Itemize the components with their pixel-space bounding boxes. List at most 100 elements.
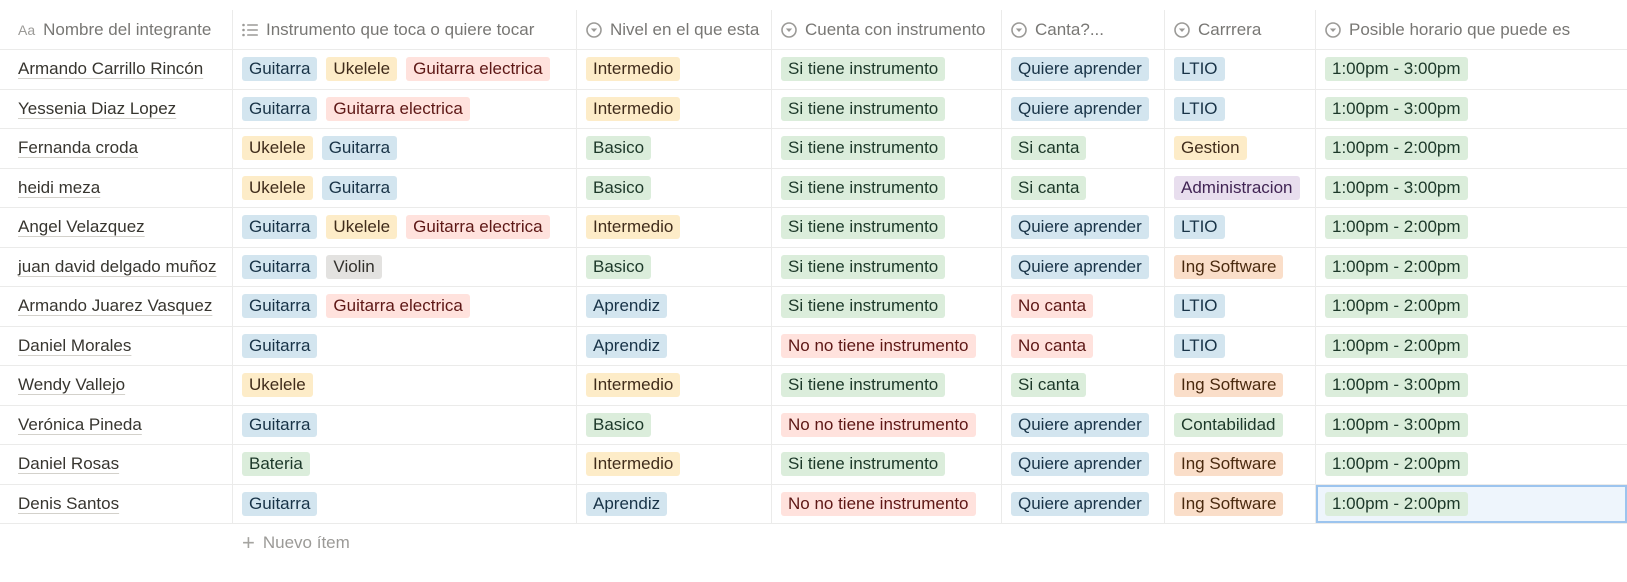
cell-horario[interactable]: 1:00pm - 2:00pm xyxy=(1316,445,1627,484)
cell-instrumento[interactable]: Guitarra xyxy=(233,326,577,365)
cell-nivel[interactable]: Intermedio xyxy=(577,208,772,247)
cell-cuenta[interactable]: Si tiene instrumento xyxy=(772,129,1002,168)
cell-carrera[interactable]: LTIO xyxy=(1165,89,1316,128)
cell-nombre[interactable]: Armando Juarez Vasquez xyxy=(0,287,233,326)
cell-horario[interactable]: 1:00pm - 2:00pm xyxy=(1316,248,1627,287)
cell-carrera[interactable]: Ing Software xyxy=(1165,484,1316,523)
cell-nombre[interactable]: Armando Carrillo Rincón xyxy=(0,50,233,89)
cell-cuenta[interactable]: Si tiene instrumento xyxy=(772,50,1002,89)
cell-horario[interactable]: 1:00pm - 3:00pm xyxy=(1316,90,1627,129)
cell-canta[interactable]: Quiere aprender xyxy=(1002,208,1165,247)
cell-nivel[interactable]: Intermedio xyxy=(577,366,772,405)
table-row[interactable]: Fernanda croda Ukelele Guitarra Basico Si ti… xyxy=(0,129,1627,169)
cell-horario[interactable]: 1:00pm - 2:00pm xyxy=(1316,327,1627,366)
cell-carrera[interactable]: LTIO xyxy=(1165,326,1316,365)
cell-instrumento[interactable]: Guitarra Guitarra electrica xyxy=(233,287,577,326)
row-name[interactable]: Angel Velazquez xyxy=(18,217,145,237)
row-name[interactable]: Daniel Rosas xyxy=(18,454,119,474)
table-row[interactable]: Denis Santos Guitarra Aprendiz No no tiene … xyxy=(0,484,1627,524)
row-name[interactable]: Armando Juarez Vasquez xyxy=(18,296,212,316)
cell-nombre[interactable]: Wendy Vallejo xyxy=(0,366,233,405)
cell-canta[interactable]: Quiere aprender xyxy=(1002,247,1165,286)
cell-instrumento[interactable]: Guitarra xyxy=(233,405,577,444)
column-header-horario[interactable]: Posible horario que puede es xyxy=(1316,10,1627,49)
row-name[interactable]: Wendy Vallejo xyxy=(18,375,125,395)
cell-cuenta[interactable]: Si tiene instrumento xyxy=(772,445,1002,484)
cell-canta[interactable]: Quiere aprender xyxy=(1002,445,1165,484)
cell-instrumento[interactable]: Guitarra Ukelele Guitarra electrica xyxy=(233,208,577,247)
cell-carrera[interactable]: Administracion xyxy=(1165,168,1316,207)
cell-canta[interactable]: No canta xyxy=(1002,326,1165,365)
cell-nombre[interactable]: Angel Velazquez xyxy=(0,208,233,247)
cell-cuenta[interactable]: Si tiene instrumento xyxy=(772,208,1002,247)
cell-horario[interactable]: 1:00pm - 3:00pm xyxy=(1316,50,1627,89)
cell-instrumento[interactable]: Guitarra Ukelele Guitarra electrica xyxy=(233,50,577,89)
cell-carrera[interactable]: LTIO xyxy=(1165,287,1316,326)
cell-canta[interactable]: Quiere aprender xyxy=(1002,484,1165,523)
row-name[interactable]: Daniel Morales xyxy=(18,336,131,356)
cell-instrumento[interactable]: Guitarra Violin xyxy=(233,247,577,286)
cell-nivel[interactable]: Basico xyxy=(577,129,772,168)
column-header-canta[interactable]: Canta?... xyxy=(1002,10,1165,49)
cell-nivel[interactable]: Basico xyxy=(577,405,772,444)
cell-cuenta[interactable]: No no tiene instrumento xyxy=(772,405,1002,444)
cell-nombre[interactable]: Daniel Rosas xyxy=(0,445,233,484)
table-row[interactable]: heidi meza Ukelele Guitarra Basico Si tiene … xyxy=(0,168,1627,208)
table-row[interactable]: Wendy Vallejo Ukelele Intermedio Si tiene i… xyxy=(0,366,1627,406)
cell-nombre[interactable]: Verónica Pineda xyxy=(0,405,233,444)
table-row[interactable]: juan david delgado muñoz Guitarra Violin Ba… xyxy=(0,247,1627,287)
cell-horario[interactable]: 1:00pm - 3:00pm xyxy=(1316,366,1627,405)
row-name[interactable]: Verónica Pineda xyxy=(18,415,142,435)
row-name[interactable]: juan david delgado muñoz xyxy=(18,257,216,277)
table-row[interactable]: Armando Juarez Vasquez Guitarra Guitarra e… xyxy=(0,287,1627,327)
table-row[interactable]: Daniel Rosas Bateria Intermedio Si tiene in… xyxy=(0,445,1627,485)
cell-nivel[interactable]: Basico xyxy=(577,168,772,207)
cell-nombre[interactable]: Denis Santos xyxy=(0,484,233,523)
column-header-instrumento[interactable]: Instrumento que toca o quiere tocar xyxy=(233,10,577,49)
cell-canta[interactable]: Quiere aprender xyxy=(1002,50,1165,89)
cell-cuenta[interactable]: Si tiene instrumento xyxy=(772,168,1002,207)
row-name[interactable]: heidi meza xyxy=(18,178,100,198)
cell-carrera[interactable]: LTIO xyxy=(1165,50,1316,89)
cell-canta[interactable]: Quiere aprender xyxy=(1002,405,1165,444)
cell-nivel[interactable]: Basico xyxy=(577,247,772,286)
column-header-nivel[interactable]: Nivel en el que esta xyxy=(577,10,772,49)
cell-cuenta[interactable]: Si tiene instrumento xyxy=(772,89,1002,128)
cell-nombre[interactable]: Daniel Morales xyxy=(0,326,233,365)
cell-nombre[interactable]: juan david delgado muñoz xyxy=(0,247,233,286)
cell-instrumento[interactable]: Bateria xyxy=(233,445,577,484)
cell-cuenta[interactable]: Si tiene instrumento xyxy=(772,247,1002,286)
cell-carrera[interactable]: LTIO xyxy=(1165,208,1316,247)
cell-carrera[interactable]: Ing Software xyxy=(1165,247,1316,286)
cell-cuenta[interactable]: Si tiene instrumento xyxy=(772,366,1002,405)
row-name[interactable]: Denis Santos xyxy=(18,494,119,514)
cell-instrumento[interactable]: Ukelele Guitarra xyxy=(233,129,577,168)
cell-instrumento[interactable]: Ukelele Guitarra xyxy=(233,168,577,207)
cell-nombre[interactable]: Yessenia Diaz Lopez xyxy=(0,89,233,128)
cell-carrera[interactable]: Ing Software xyxy=(1165,445,1316,484)
cell-nivel[interactable]: Intermedio xyxy=(577,445,772,484)
cell-cuenta[interactable]: No no tiene instrumento xyxy=(772,326,1002,365)
cell-instrumento[interactable]: Ukelele xyxy=(233,366,577,405)
cell-nivel[interactable]: Aprendiz xyxy=(577,326,772,365)
cell-horario[interactable]: 1:00pm - 2:00pm xyxy=(1316,129,1627,168)
cell-carrera[interactable]: Gestion xyxy=(1165,129,1316,168)
cell-canta[interactable]: Si canta xyxy=(1002,168,1165,207)
row-name[interactable]: Fernanda croda xyxy=(18,138,138,158)
cell-instrumento[interactable]: Guitarra Guitarra electrica xyxy=(233,89,577,128)
cell-nivel[interactable]: Intermedio xyxy=(577,89,772,128)
table-row[interactable]: Yessenia Diaz Lopez Guitarra Guitarra elec… xyxy=(0,89,1627,129)
cell-cuenta[interactable]: No no tiene instrumento xyxy=(772,484,1002,523)
cell-horario[interactable]: 1:00pm - 2:00pm xyxy=(1316,287,1627,326)
cell-canta[interactable]: Si canta xyxy=(1002,366,1165,405)
column-header-carrera[interactable]: Carrrera xyxy=(1165,10,1316,49)
cell-horario[interactable]: 1:00pm - 3:00pm xyxy=(1316,169,1627,208)
cell-nivel[interactable]: Intermedio xyxy=(577,50,772,89)
table-row[interactable]: Armando Carrillo Rincón Guitarra Ukelele Gu… xyxy=(0,50,1627,90)
new-item-button[interactable]: + Nuevo ítem xyxy=(242,532,350,554)
column-header-cuenta[interactable]: Cuenta con instrumento xyxy=(772,10,1002,49)
table-row[interactable]: Verónica Pineda Guitarra Basico No no tiene… xyxy=(0,405,1627,445)
cell-canta[interactable]: Quiere aprender xyxy=(1002,89,1165,128)
table-row[interactable]: Daniel Morales Guitarra Aprendiz No no tien… xyxy=(0,326,1627,366)
row-name[interactable]: Armando Carrillo Rincón xyxy=(18,59,203,79)
